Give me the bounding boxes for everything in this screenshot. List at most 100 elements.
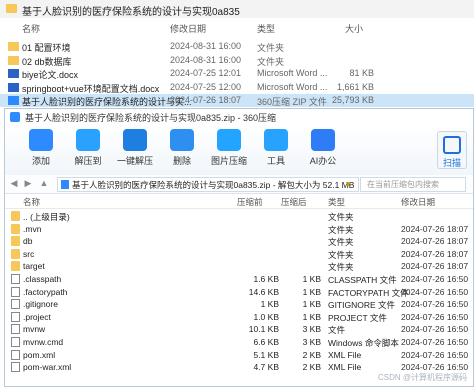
zip-row-type: 文件夹 bbox=[328, 249, 354, 260]
folder-icon bbox=[11, 211, 20, 221]
zip-row-date: 2024-07-26 18:07 bbox=[401, 261, 469, 272]
zip-row-date: 2024-07-26 16:50 bbox=[401, 311, 469, 322]
zip-row-date: 2024-07-26 16:50 bbox=[401, 362, 469, 373]
toolbar-button-delete[interactable]: 删除 bbox=[162, 129, 202, 167]
toolbar-label: 添加 bbox=[31, 156, 50, 166]
zip-row[interactable]: src 文件夹 2024-07-26 18:07 bbox=[5, 248, 473, 260]
one-click-extract-icon bbox=[123, 129, 147, 151]
column-type[interactable]: 类型 bbox=[257, 22, 275, 35]
scan-button[interactable]: 扫描 bbox=[437, 131, 467, 169]
zip-row[interactable]: .mvn 文件夹 2024-07-26 18:07 bbox=[5, 223, 473, 235]
scan-icon bbox=[443, 136, 461, 154]
folder-icon bbox=[11, 261, 20, 272]
toolbar-label: 工具 bbox=[266, 156, 285, 166]
explorer-row-size: 25,793 KB bbox=[331, 95, 374, 106]
toolbar-button-add[interactable]: 添加 bbox=[21, 129, 61, 167]
zip-row-size: 6.6 KB bbox=[253, 337, 279, 347]
zip-row-name: .. (上级目录) bbox=[23, 212, 70, 222]
zip-row-date: 2024-07-26 16:50 bbox=[401, 349, 469, 360]
zip-row-name: .classpath bbox=[23, 274, 62, 284]
zip-row-date: 2024-07-26 16:50 bbox=[401, 324, 469, 335]
column-size[interactable]: 大小 bbox=[345, 22, 363, 35]
column-name[interactable]: 名称 bbox=[22, 22, 40, 35]
explorer-row-date: 2024-07-25 12:01 bbox=[170, 68, 242, 79]
explorer-column-header: 名称 修改日期 类型 大小 bbox=[0, 18, 474, 38]
zip-row[interactable]: pom.xml 5.1 KB 2 KB XML File 2024-07-26 16:5… bbox=[5, 349, 473, 361]
zip-row-name: .factorypath bbox=[23, 286, 68, 297]
explorer-row[interactable]: 基于人脸识别的医疗保险系统的设计与实... 2024-07-26 18:07 360… bbox=[0, 94, 474, 108]
zip-row[interactable]: db 文件夹 2024-07-26 18:07 bbox=[5, 235, 473, 247]
search-placeholder: 在当前压缩包内搜索 bbox=[367, 180, 439, 189]
explorer-row-type: Microsoft Word ... bbox=[257, 81, 328, 92]
zip-row-size: 1.6 KB bbox=[253, 274, 279, 284]
address-text: 基于人脸识别的医疗保险系统的设计与实现0a835.zip - 解包大小为 52.… bbox=[72, 180, 355, 190]
zip-row-compressed: 3 KB bbox=[302, 324, 321, 335]
address-bar: ◀ ▶ ▲ 基于人脸识别的医疗保险系统的设计与实现0a835.zip - 解包大… bbox=[5, 175, 473, 194]
back-arrow-icon[interactable]: ◀ bbox=[9, 178, 19, 188]
zip-column-size[interactable]: 压缩前 bbox=[237, 196, 263, 208]
file-icon bbox=[11, 311, 20, 322]
zip-row-type: GITIGNORE 文件 bbox=[328, 300, 396, 311]
zip-file-icon bbox=[61, 180, 69, 189]
zip-row-date: 2024-07-26 16:50 bbox=[401, 286, 469, 297]
dropdown-chevron-icon[interactable]: ▾ bbox=[346, 179, 351, 190]
image-compress-icon bbox=[217, 129, 241, 151]
toolbar-label: 图片压缩 bbox=[210, 156, 247, 166]
explorer-row[interactable]: biye论文.docx 2024-07-25 12:01 Microsoft Wor… bbox=[0, 67, 474, 80]
ai-office-icon bbox=[311, 129, 335, 151]
toolbar-button-image-compress[interactable]: 图片压缩 bbox=[209, 129, 249, 167]
up-arrow-icon[interactable]: ▲ bbox=[39, 178, 49, 188]
zip-column-header: 名称 压缩前 压缩后 类型 修改日期 bbox=[5, 194, 473, 209]
explorer-row-name: 01 配置环境 bbox=[22, 43, 71, 53]
forward-arrow-icon[interactable]: ▶ bbox=[23, 178, 33, 188]
zip-row-name: .project bbox=[23, 311, 51, 322]
folder-icon bbox=[11, 248, 20, 259]
zip-row-compressed: 1 KB bbox=[302, 311, 321, 322]
zip-row-type: FACTORYPATH 文件 bbox=[328, 287, 409, 298]
explorer-row[interactable]: springboot+vue环境配置文档.docx 2024-07-25 12:0… bbox=[0, 81, 474, 94]
toolbar-button-one-click-extract[interactable]: 一键解压 bbox=[115, 129, 155, 167]
add-icon bbox=[29, 129, 53, 151]
zip-row-name: db bbox=[23, 236, 33, 247]
explorer-row-name: 02 db数据库 bbox=[22, 56, 72, 67]
explorer-row-name: biye论文.docx bbox=[22, 70, 79, 81]
zip-row-size: 5.1 KB bbox=[253, 349, 279, 360]
zip-title-bar: 基于人脸识别的医疗保险系统的设计与实现0a835.zip - 360压缩 bbox=[5, 109, 473, 125]
zip-row-type: PROJECT 文件 bbox=[328, 312, 387, 323]
file-icon bbox=[11, 299, 20, 310]
file-icon bbox=[11, 324, 20, 335]
toolbar-button-tools[interactable]: 工具 bbox=[256, 129, 296, 167]
zip-row-name: src bbox=[23, 248, 35, 259]
zip-row[interactable]: mvnw.cmd 6.6 KB 3 KB Windows 命令脚本 2024-07-26… bbox=[5, 336, 473, 348]
zip-row-type: 文件夹 bbox=[328, 237, 354, 248]
zip-row[interactable]: .project 1.0 KB 1 KB PROJECT 文件 2024-07-26 1… bbox=[5, 311, 473, 323]
zip-row-name: .gitignore bbox=[23, 299, 58, 310]
column-date[interactable]: 修改日期 bbox=[170, 22, 206, 35]
zip-row[interactable]: target 文件夹 2024-07-26 18:07 bbox=[5, 260, 473, 272]
zip-row-name: target bbox=[23, 261, 45, 272]
toolbar-label: 一键解压 bbox=[116, 156, 153, 166]
zip-column-date[interactable]: 修改日期 bbox=[401, 196, 435, 208]
zip-row-name: pom-war.xml bbox=[23, 362, 72, 373]
zip-row[interactable]: .classpath 1.6 KB 1 KB CLASSPATH 文件 2024-07-… bbox=[5, 273, 473, 285]
zip-row-date: 2024-07-26 16:50 bbox=[401, 274, 469, 284]
zip-row-name: .mvn bbox=[23, 223, 42, 234]
zip-row-size: 14.6 KB bbox=[248, 286, 279, 297]
zip-column-type[interactable]: 类型 bbox=[328, 196, 345, 208]
search-input[interactable]: 在当前压缩包内搜索 bbox=[360, 177, 466, 192]
toolbar-button-extract-to[interactable]: 解压到 bbox=[68, 129, 108, 167]
address-field[interactable]: 基于人脸识别的医疗保险系统的设计与实现0a835.zip - 解包大小为 52.… bbox=[57, 177, 359, 192]
explorer-title-bar: 基于人脸识别的医疗保险系统的设计与实现0a835 bbox=[0, 0, 474, 19]
zip-row-compressed: 1 KB bbox=[302, 286, 321, 297]
zip-row[interactable]: .factorypath 14.6 KB 1 KB FACTORYPATH 文件 202… bbox=[5, 286, 473, 298]
explorer-row[interactable]: 02 db数据库 2024-08-31 16:00 文件夹 bbox=[0, 54, 474, 67]
explorer-row[interactable]: 01 配置环境 2024-08-31 16:00 文件夹 bbox=[0, 40, 474, 53]
file-icon bbox=[11, 349, 20, 360]
zip-row[interactable]: .. (上级目录) 文件夹 bbox=[5, 210, 473, 222]
zip-row-size: 10.1 KB bbox=[248, 324, 279, 335]
zip-column-compressed[interactable]: 压缩后 bbox=[281, 196, 307, 208]
zip-column-name[interactable]: 名称 bbox=[23, 196, 40, 208]
toolbar-button-ai-office[interactable]: AI办公 bbox=[303, 129, 343, 167]
zip-row[interactable]: mvnw 10.1 KB 3 KB 文件 2024-07-26 16:50 bbox=[5, 323, 473, 335]
zip-row[interactable]: .gitignore 1 KB 1 KB GITIGNORE 文件 2024-07-26… bbox=[5, 298, 473, 310]
